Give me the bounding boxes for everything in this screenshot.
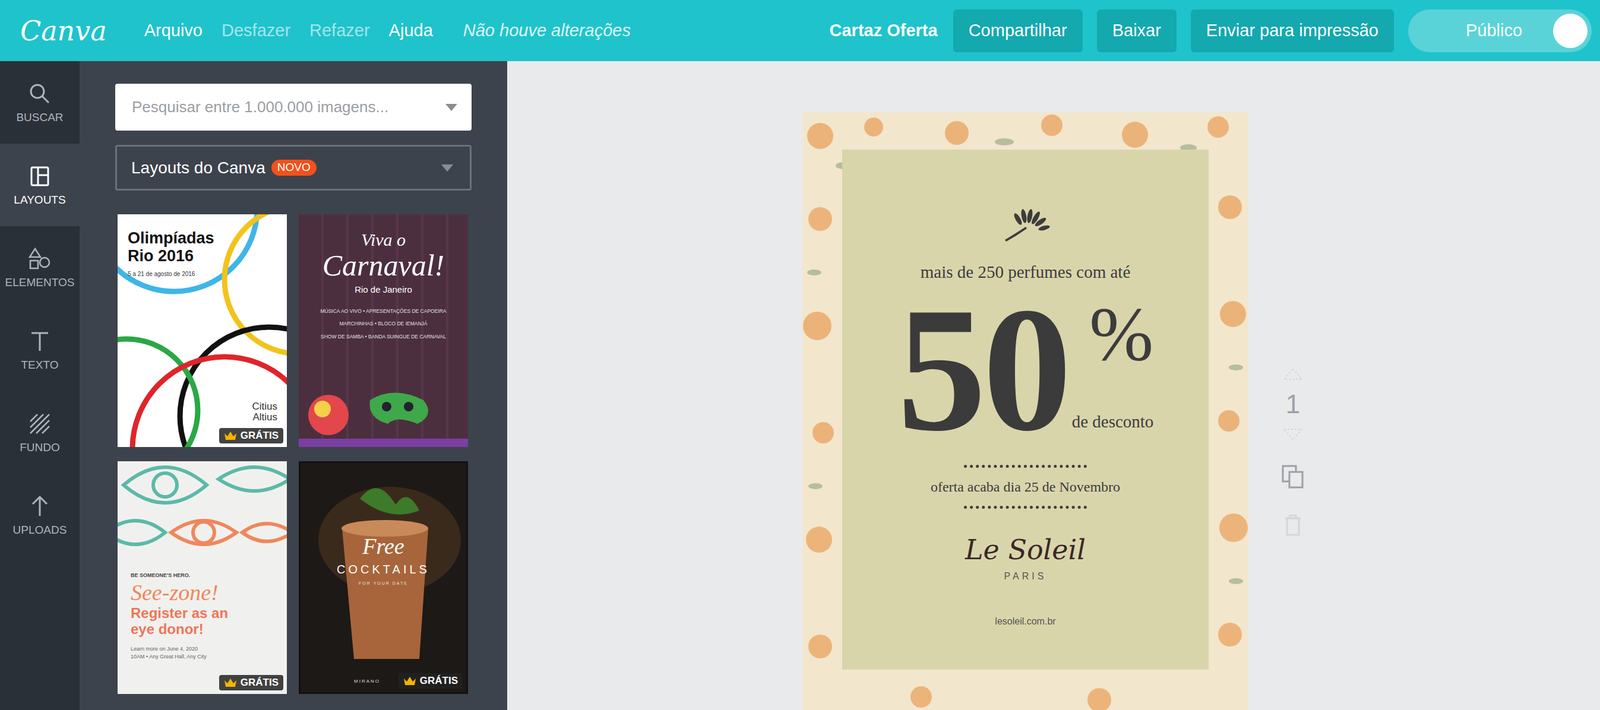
dotted-divider — [963, 465, 1087, 469]
crown-icon — [403, 676, 417, 686]
sidebar-item[interactable]: TEXTO — [0, 308, 80, 392]
top-bar: Canva Arquivo Desfazer Refazer Ajuda Não houv… — [0, 0, 1600, 62]
upload-icon — [27, 494, 52, 519]
page-number: 1 — [1285, 391, 1301, 418]
search-field[interactable] — [115, 83, 472, 131]
template-text: FOR YOUR DATE — [358, 580, 409, 588]
template-text: Rio de Janeiro — [354, 283, 413, 297]
action-button[interactable]: Compartilhar — [953, 9, 1083, 53]
page-controls: 1 — [1281, 367, 1305, 537]
sidebar: BUSCAR LAYOUTS ELEMENTOS TEXTO FUNDO UPLOADS — [0, 61, 80, 710]
template-text: BE SOMEONE'S HERO. — [130, 571, 281, 581]
dropdown-label: Layouts do Canva — [131, 155, 266, 181]
template-text: MIRANO — [353, 678, 381, 686]
poster[interactable]: mais de 250 perfumes com até 50% de descon… — [802, 112, 1249, 710]
dotted-divider — [963, 506, 1087, 509]
template-text: MÚSICA AO VIVO • APRESENTAÇÕES DE CAPOEI… — [320, 307, 447, 316]
template-thumbnail[interactable]: Viva oCarnaval!Rio de Janeiro MÚSICA AO V… — [298, 214, 469, 448]
delete-icon[interactable] — [1284, 514, 1302, 537]
sidebar-item[interactable]: BUSCAR — [0, 61, 80, 144]
template-text: 10AM • Any Great Hall, Any City — [130, 653, 281, 662]
free-badge: GRÁTIS — [219, 428, 284, 444]
search-input[interactable] — [131, 95, 446, 119]
poster-unit[interactable]: % — [1089, 301, 1154, 368]
template-title: Rio 2016 — [127, 247, 287, 266]
background-icon — [27, 412, 52, 436]
sidebar-label: BUSCAR — [16, 111, 63, 123]
leaf-icon — [998, 209, 1053, 242]
canvas-area: mais de 250 perfumes com até 50% de descon… — [507, 61, 1600, 710]
template-title: Register as an — [130, 605, 281, 622]
sidebar-label: LAYOUTS — [13, 194, 66, 206]
sidebar-item[interactable]: FUNDO — [0, 391, 80, 474]
template-text: Citius — [251, 401, 278, 413]
template-title: eye donor! — [130, 621, 281, 638]
sidebar-label: TEXTO — [21, 359, 59, 371]
poster-city[interactable]: PARIS — [1004, 569, 1048, 584]
action-button[interactable]: Enviar para impressão — [1190, 9, 1394, 53]
template-thumbnail[interactable]: BE SOMEONE'S HERO.See-zone!Register as a… — [117, 461, 287, 695]
duplicate-icon[interactable] — [1281, 465, 1305, 489]
crown-icon — [223, 678, 237, 688]
action-button[interactable]: Baixar — [1096, 9, 1177, 53]
sidebar-label: FUNDO — [19, 441, 60, 454]
template-thumbnail[interactable]: FreeCOCKTAILSFOR YOUR DATE MIRANO GRÁTIS — [298, 461, 469, 695]
poster-panel: mais de 250 perfumes com até 50% de descon… — [842, 149, 1209, 670]
document-title[interactable]: Cartaz Oferta — [829, 17, 938, 44]
badge-label: GRÁTIS — [240, 677, 279, 689]
layouts-dropdown[interactable]: Layouts do Canva NOVO — [115, 144, 472, 191]
crown-icon — [223, 431, 237, 441]
sidebar-item[interactable]: UPLOADS — [0, 473, 80, 557]
template-text: SHOW DE SAMBA • BANDA SUINGUE DE CARNAVA… — [320, 333, 447, 341]
search-icon — [27, 81, 52, 106]
menu-item[interactable]: Arquivo — [144, 17, 203, 44]
template-title: Olimpíadas — [127, 229, 287, 248]
poster-deadline[interactable]: oferta acaba dia 25 de Novembro — [930, 476, 1121, 498]
menu-item[interactable]: Ajuda — [389, 17, 433, 44]
layouts-panel: Layouts do Canva NOVO OlimpíadasRio 2016 5 … — [79, 61, 508, 710]
template-title: See-zone! — [130, 580, 281, 607]
template-thumbnail[interactable]: OlimpíadasRio 2016 5 a 21 de agosto de 20… — [117, 214, 287, 448]
template-text: Altius — [251, 412, 278, 424]
new-badge: NOVO — [271, 159, 317, 176]
move-up-icon[interactable] — [1282, 367, 1304, 381]
dropdown-arrow-icon[interactable] — [445, 103, 458, 112]
dropdown-arrow-icon — [441, 164, 454, 172]
logo[interactable]: Canva — [20, 17, 107, 45]
badge-label: GRÁTIS — [240, 429, 279, 442]
visibility-label: Público — [1465, 17, 1535, 44]
elements-icon — [27, 247, 52, 271]
text-icon — [27, 329, 52, 354]
template-title: Viva o — [361, 229, 406, 250]
template-title: Free — [362, 534, 404, 560]
layouts-icon — [27, 164, 52, 189]
menu-item: Desfazer — [221, 17, 291, 44]
template-text: Learn more on June 4, 2020 — [130, 645, 281, 654]
poster-headline[interactable]: mais de 250 perfumes com até — [920, 259, 1131, 286]
free-badge: GRÁTIS — [219, 675, 284, 691]
poster-url[interactable]: lesoleil.com.br — [994, 614, 1056, 629]
poster-brand[interactable]: Le Soleil — [965, 535, 1086, 566]
template-text: 5 a 21 de agosto de 2016 — [127, 269, 287, 279]
mask-icon — [298, 367, 469, 439]
template-title: Carnaval! — [322, 249, 445, 283]
badge-label: GRÁTIS — [419, 675, 458, 688]
menu-item: Refazer — [309, 17, 371, 44]
sidebar-item[interactable]: LAYOUTS — [0, 143, 80, 227]
visibility-toggle[interactable]: Público — [1408, 9, 1592, 53]
toggle-knob[interactable] — [1553, 13, 1588, 49]
template-title: COCKTAILS — [336, 560, 430, 579]
free-badge: GRÁTIS — [398, 673, 463, 689]
template-text: MARCHINHAS • BLOCO DE IEMANJÁ — [320, 320, 447, 328]
save-status: Não houve alterações — [463, 17, 631, 44]
sidebar-label: UPLOADS — [13, 524, 68, 536]
move-down-icon[interactable] — [1282, 428, 1304, 442]
poster-value[interactable]: 50 — [897, 289, 1069, 450]
sidebar-label: ELEMENTOS — [5, 276, 75, 289]
sidebar-item[interactable]: ELEMENTOS — [0, 226, 80, 309]
poster-caption[interactable]: de desconto — [1072, 409, 1154, 436]
